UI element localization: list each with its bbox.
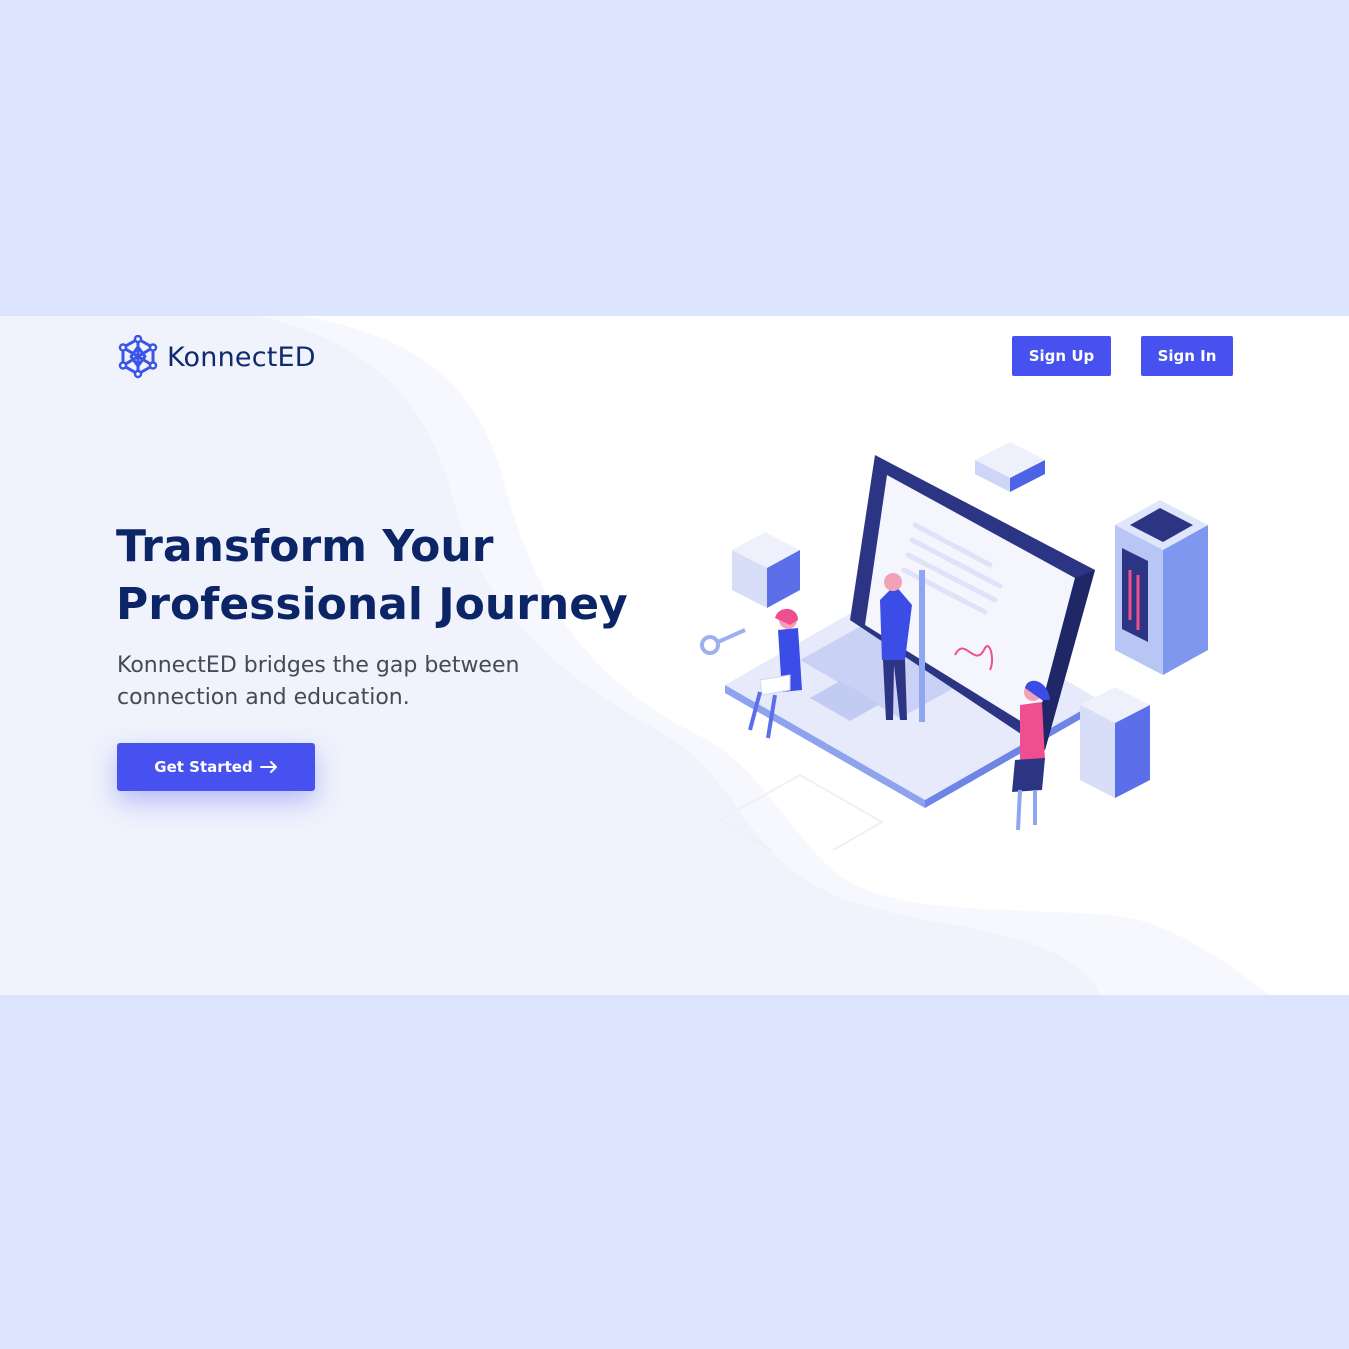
hero-title-line-1: Transform Your (116, 521, 494, 572)
hero-subtitle: KonnectED bridges the gap between connec… (117, 653, 520, 710)
brand-name: KonnectED (167, 341, 316, 373)
sign-in-button[interactable]: Sign In (1141, 336, 1233, 376)
get-started-label: Get Started (154, 758, 253, 776)
sign-up-button[interactable]: Sign Up (1012, 336, 1111, 376)
brand-logo[interactable]: KonnectED (116, 335, 316, 379)
network-hex-icon (118, 335, 158, 379)
arrow-right-icon (259, 761, 277, 773)
hero-title: Transform Your Professional Journey (116, 518, 636, 634)
hero-illustration (700, 442, 1208, 850)
get-started-button[interactable]: Get Started (117, 743, 315, 791)
hero-title-line-2: Professional Journey (116, 579, 628, 630)
